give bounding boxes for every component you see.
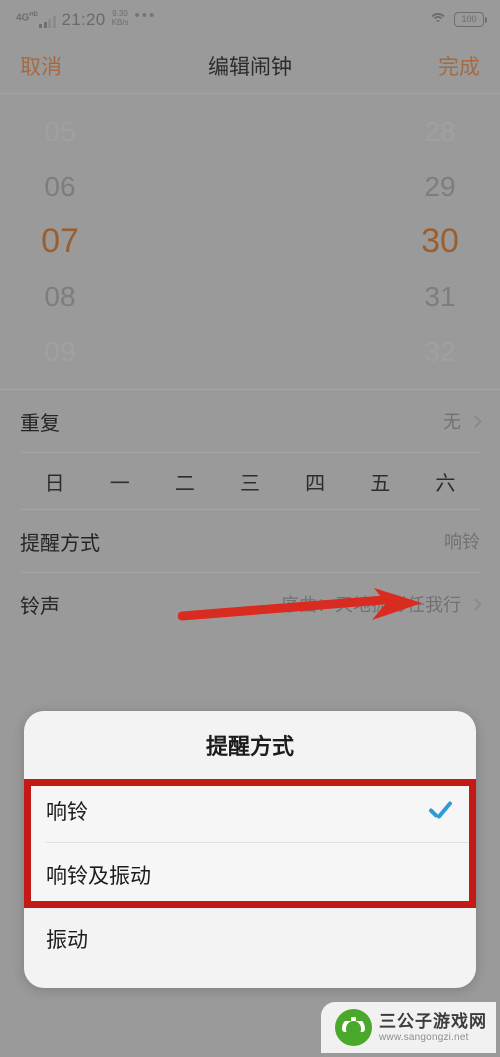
reminder-method-dialog: 提醒方式 响铃 响铃及振动 振动 [24, 711, 476, 988]
hour-option[interactable]: 06 [44, 159, 75, 214]
checkmark-icon [428, 803, 454, 818]
dialog-title: 提醒方式 [205, 734, 294, 759]
battery-icon: 100 [454, 11, 487, 27]
hour-option[interactable]: 05 [44, 104, 75, 159]
status-time: 21:20 [61, 10, 106, 29]
weekday-sun[interactable]: 日 [22, 467, 87, 496]
chevron-right-icon [469, 414, 482, 428]
network-type-label: 4GHD [16, 11, 39, 23]
reminder-method-label: 提醒方式 [20, 532, 100, 555]
hour-option-selected[interactable]: 07 [41, 214, 79, 269]
wifi-icon [428, 12, 447, 26]
repeat-value: 无 [443, 412, 461, 432]
dialog-bottom-padding [24, 970, 476, 988]
dialog-option-ring[interactable]: 响铃 [24, 779, 476, 842]
hour-option[interactable]: 09 [44, 324, 75, 379]
time-picker[interactable]: 05 06 07 08 09 28 29 30 31 32 [0, 94, 500, 389]
nav-bar: 取消 编辑闹钟 完成 [0, 38, 500, 93]
network-hd-label: HD [29, 11, 39, 18]
watermark-site-url: www.sangongzi.net [379, 1031, 469, 1043]
ringtone-label: 铃声 [20, 595, 60, 618]
ringtone-row[interactable]: 铃声 序曲：天地孤影任我行 [0, 573, 500, 635]
repeat-label: 重复 [20, 412, 60, 435]
dialog-option-label: 响铃及振动 [46, 864, 151, 888]
status-bar-left: 4GHD 21:20 9.30 KB/s ••• [16, 7, 157, 29]
minute-option[interactable]: 29 [424, 159, 455, 214]
weekday-mon[interactable]: 一 [87, 467, 152, 496]
ringtone-value: 序曲：天地孤影任我行 [281, 595, 461, 615]
page-title: 编辑闹钟 [208, 55, 292, 79]
chevron-right-icon [469, 597, 482, 611]
weekday-wed[interactable]: 三 [217, 467, 282, 496]
weekday-thu[interactable]: 四 [283, 467, 348, 496]
dialog-option-label: 振动 [46, 928, 88, 952]
minute-option[interactable]: 32 [424, 324, 455, 379]
data-rate-unit: KB/s [111, 18, 129, 27]
site-logo-icon [335, 1009, 372, 1046]
weekday-selector[interactable]: 日 一 二 三 四 五 六 [0, 453, 500, 509]
overflow-dots-icon: ••• [134, 7, 157, 24]
minute-wheel[interactable]: 28 29 30 31 32 [250, 94, 500, 389]
hour-option[interactable]: 08 [44, 269, 75, 324]
watermark-site-name: 三公子游戏网 [379, 1011, 487, 1031]
minute-option[interactable]: 28 [424, 104, 455, 159]
repeat-row[interactable]: 重复 无 [0, 390, 500, 452]
weekday-tue[interactable]: 二 [152, 467, 217, 496]
signal-bars-icon [39, 16, 56, 28]
dialog-option-label: 响铃 [46, 800, 88, 824]
watermark: 三公子游戏网 www.sangongzi.net [321, 1002, 496, 1053]
watermark-text: 三公子游戏网 www.sangongzi.net [379, 1012, 487, 1043]
dialog-option-vibrate[interactable]: 振动 [24, 907, 476, 970]
hour-wheel[interactable]: 05 06 07 08 09 [0, 94, 250, 389]
minute-option[interactable]: 31 [424, 269, 455, 324]
dialog-option-ring-vibrate[interactable]: 响铃及振动 [24, 843, 476, 906]
data-rate-value: 9.30 [112, 9, 128, 18]
reminder-method-value: 响铃 [444, 532, 480, 552]
weekday-fri[interactable]: 五 [348, 467, 413, 496]
weekday-sat[interactable]: 六 [413, 467, 478, 496]
minute-option-selected[interactable]: 30 [421, 214, 459, 269]
cellular-indicator: 4GHD [16, 12, 56, 28]
data-rate: 9.30 KB/s [112, 9, 129, 27]
reminder-method-row[interactable]: 提醒方式 响铃 [0, 510, 500, 572]
status-bar: 4GHD 21:20 9.30 KB/s ••• 100 [0, 0, 500, 38]
done-button[interactable]: 完成 [438, 51, 480, 81]
status-bar-right: 100 [428, 11, 487, 27]
